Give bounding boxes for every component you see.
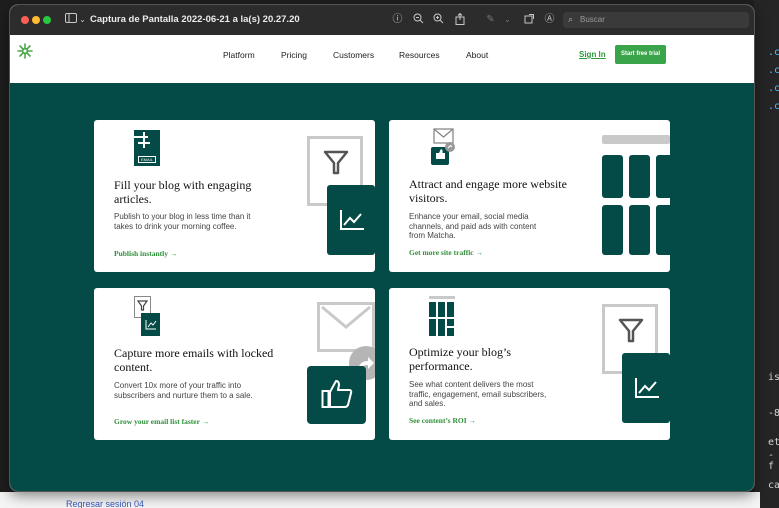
editor-code-line: .c (768, 47, 779, 58)
card-description: See what content delivers the most traff… (409, 380, 547, 408)
nav-pricing[interactable]: Pricing (281, 50, 307, 60)
rotate-icon[interactable] (523, 13, 536, 26)
markup-icon[interactable]: ✎ (484, 13, 497, 26)
matcha-logo-icon[interactable] (17, 43, 33, 59)
search-icon: ⌕ (568, 14, 574, 24)
search-placeholder: Buscar (580, 15, 605, 24)
sign-in-link[interactable]: Sign In (579, 50, 606, 59)
zoom-out-icon[interactable] (412, 13, 425, 26)
editor-code-line: .c (768, 101, 779, 112)
nav-customers[interactable]: Customers (333, 50, 374, 60)
card-title: Optimize your blog’s performance. (409, 345, 511, 373)
nav-platform[interactable]: Platform (223, 50, 255, 60)
envelope-frame (317, 302, 375, 352)
card-title: Capture more emails with locked content. (114, 346, 274, 374)
features-section: EMAIL Fill your blog with engaging artic… (10, 83, 754, 491)
chevron-down-icon[interactable]: ⌄ (76, 13, 89, 26)
editor-code-line: et (768, 437, 779, 448)
editor-background (754, 0, 779, 508)
markup-chevron-icon[interactable]: ⌄ (501, 13, 514, 26)
phone-grid-illustration (602, 135, 670, 259)
close-button[interactable] (21, 16, 29, 24)
envelope-thumb-illustration (431, 128, 457, 168)
window-title: Captura de Pantalla 2022-06-21 a la(s) 2… (90, 14, 300, 25)
feature-card-emails[interactable]: Capture more emails with locked content.… (94, 288, 375, 440)
nav-about[interactable]: About (466, 50, 488, 60)
minimize-button[interactable] (32, 16, 40, 24)
zoom-in-icon[interactable] (432, 13, 445, 26)
email-label: EMAIL (138, 156, 156, 163)
funnel-icon (323, 150, 349, 175)
blocks-illustration (429, 296, 457, 336)
card-description: Enhance your email, social media channel… (409, 212, 537, 240)
nav-resources[interactable]: Resources (399, 50, 440, 60)
share-icon[interactable] (453, 12, 466, 26)
chart-tile (327, 185, 375, 255)
info-icon[interactable]: ⓘ (391, 13, 404, 26)
zoom-button[interactable] (43, 16, 51, 24)
search-field[interactable]: ⌕ Buscar (563, 12, 749, 28)
line-chart-icon (340, 210, 364, 230)
editor-code-line: .c (768, 83, 779, 94)
card-description: Publish to your blog in less time than i… (114, 212, 251, 231)
grow-email-list-link[interactable]: Grow your email list faster → (114, 417, 209, 426)
funnel-chart-illustration (134, 296, 162, 338)
envelope-icon (321, 305, 371, 329)
see-content-roi-link[interactable]: See content’s ROI → (409, 416, 476, 425)
site-header: Platform Pricing Customers Resources Abo… (10, 35, 754, 83)
feature-card-performance[interactable]: Optimize your blog’s performance. See wh… (389, 288, 670, 440)
feature-card-blog[interactable]: EMAIL Fill your blog with engaging artic… (94, 120, 375, 272)
thumbs-up-icon (321, 380, 353, 408)
card-title: Fill your blog with engaging articles. (114, 178, 252, 206)
card-title: Attract and engage more website visitors… (409, 177, 567, 205)
title-bar: ⌄ Captura de Pantalla 2022-06-21 a la(s)… (10, 5, 754, 35)
background-link[interactable]: Regresar sesión 04 (66, 499, 144, 508)
editor-code-line: -8 (768, 408, 779, 419)
publish-instantly-link[interactable]: Publish instantly → (114, 249, 177, 258)
get-more-traffic-link[interactable]: Get more site traffic → (409, 248, 483, 257)
editor-code-line: .c (768, 65, 779, 76)
email-illustration: EMAIL (134, 130, 160, 166)
editor-code-line: is (768, 372, 779, 383)
funnel-icon (618, 318, 644, 343)
feature-card-traffic[interactable]: Attract and engage more website visitors… (389, 120, 670, 272)
editor-code-line: -f (768, 450, 775, 472)
preview-window: ⌄ Captura de Pantalla 2022-06-21 a la(s)… (10, 5, 754, 491)
start-trial-button[interactable]: Start free trial (615, 45, 666, 64)
editor-code-line: ca (768, 480, 779, 491)
card-description: Convert 10x more of your traffic into su… (114, 381, 253, 400)
annotate-icon[interactable]: Ⓐ (543, 13, 556, 26)
chart-tile (622, 353, 670, 423)
thumbs-up-tile (307, 366, 366, 424)
line-chart-icon (635, 378, 659, 398)
